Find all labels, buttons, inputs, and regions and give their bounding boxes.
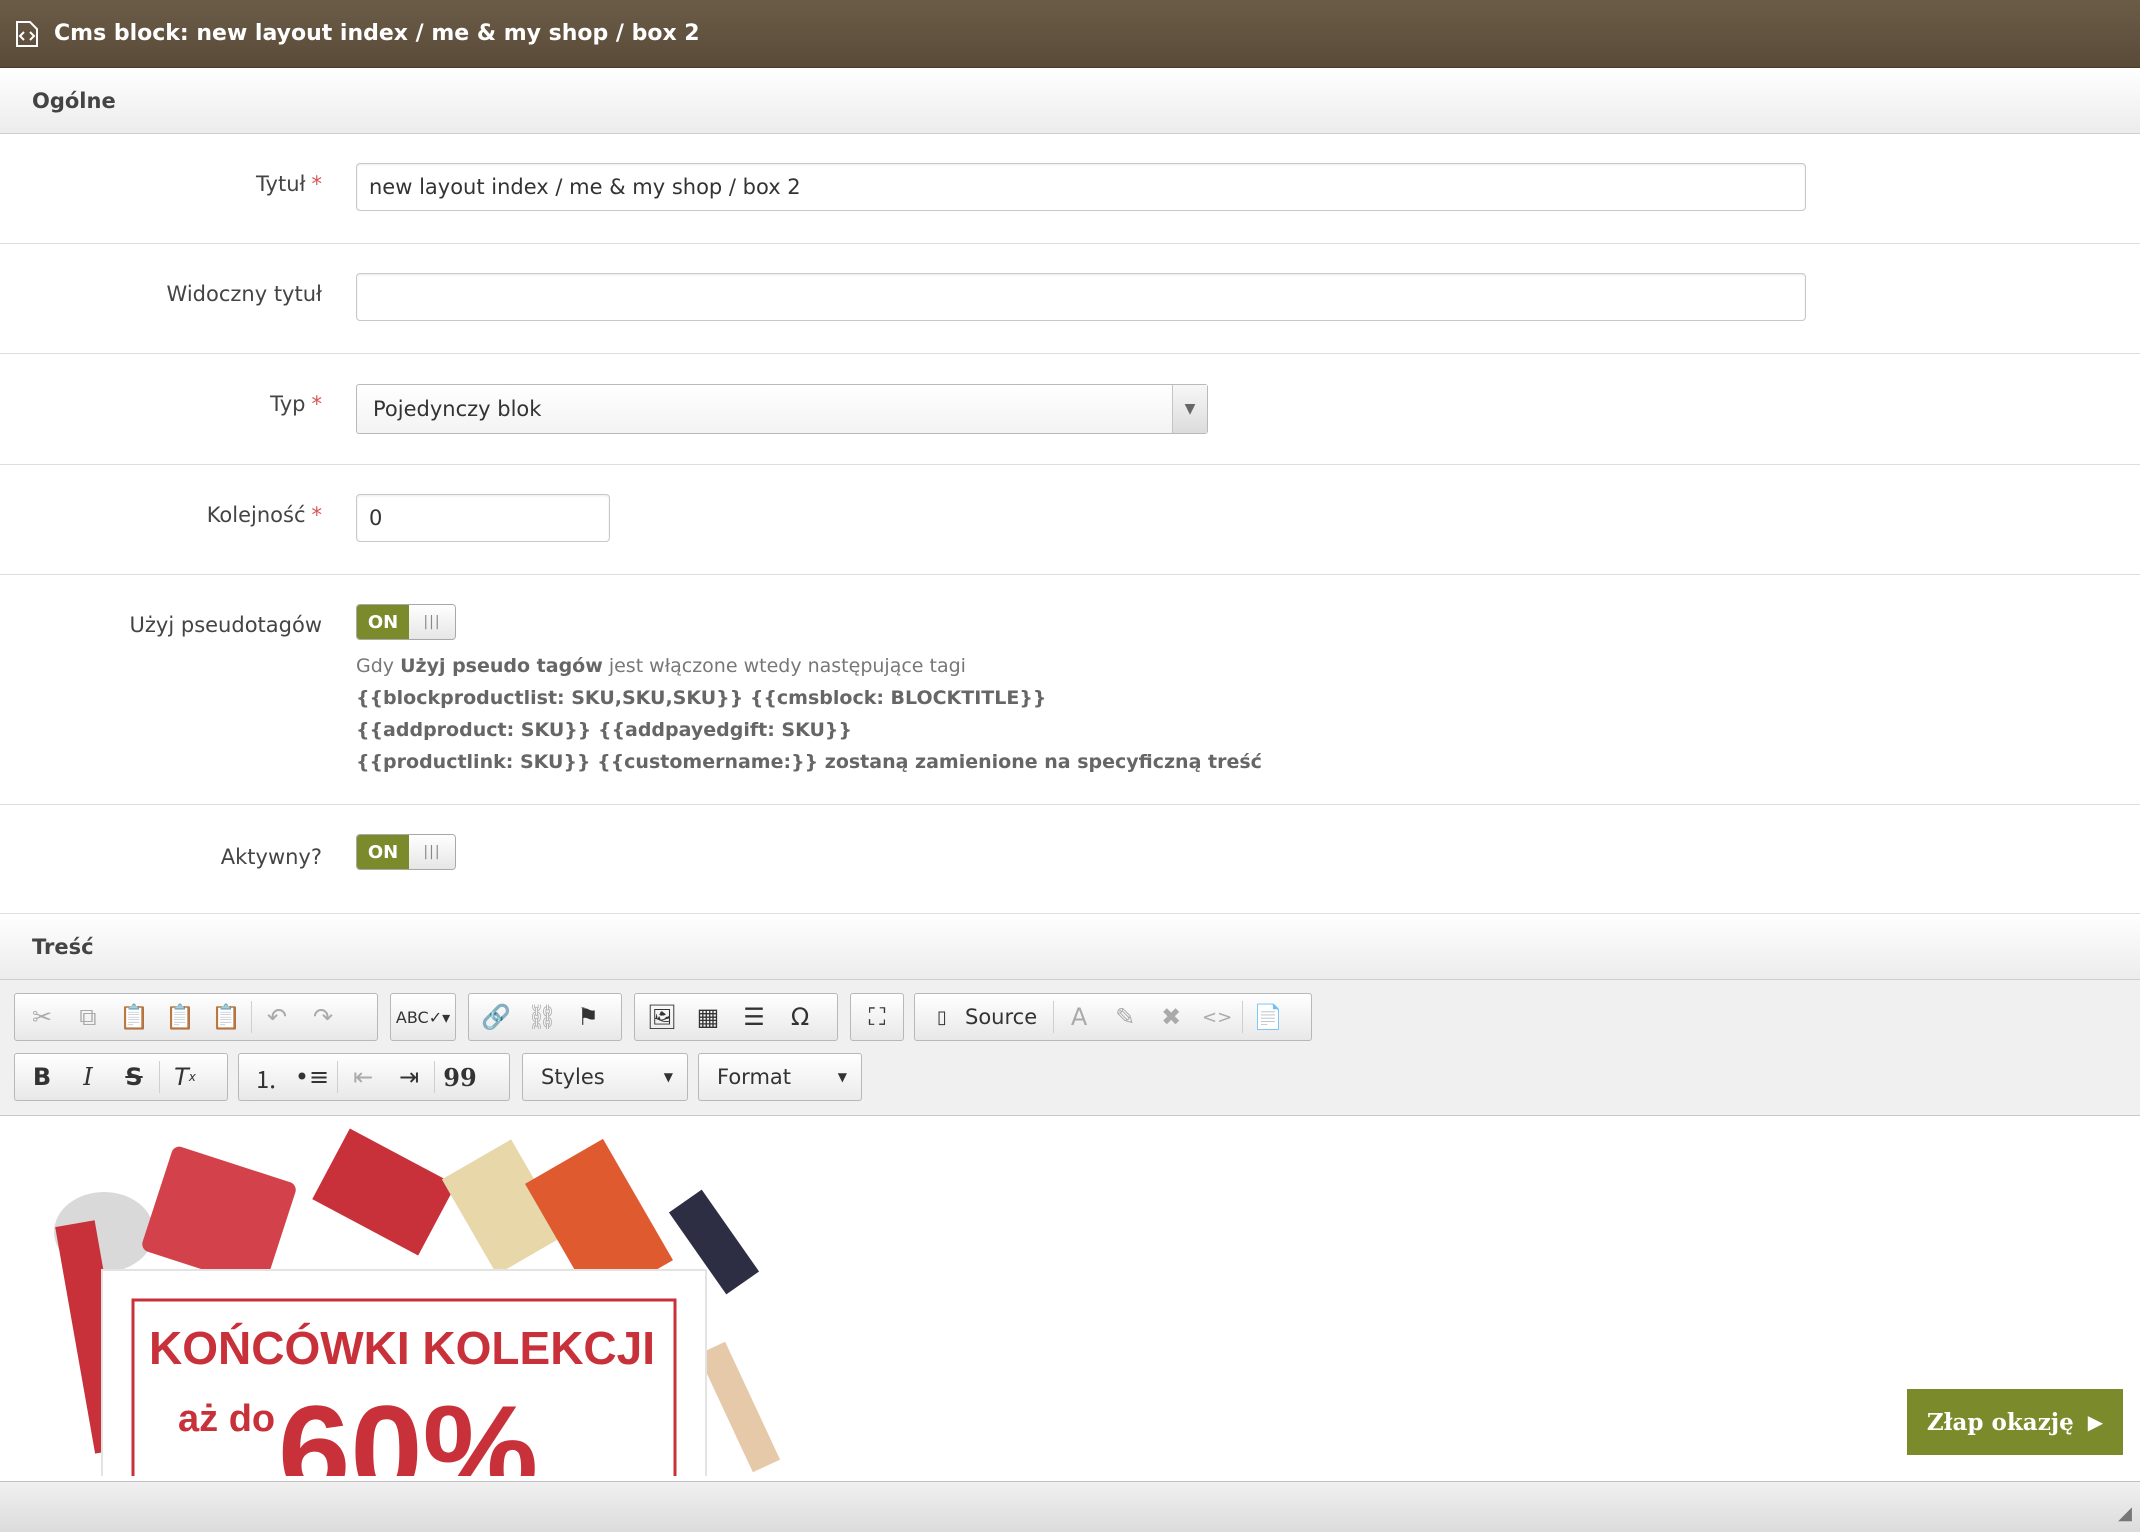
editor-content[interactable]: KOŃCÓWKI KOLEKCJI aż do 60% xyxy=(0,1116,2140,1476)
horizontal-line-icon[interactable]: ☰ xyxy=(731,997,777,1037)
source-button-label[interactable]: Source xyxy=(965,1005,1037,1029)
pseudotags-help: Gdy Użyj pseudo tagów jest włączone wted… xyxy=(356,655,1262,773)
source-icon[interactable]: ▯ xyxy=(919,997,965,1037)
anchor-flag-icon[interactable]: ⚑ xyxy=(565,997,611,1037)
toggle-grip-icon: ||| xyxy=(409,605,455,639)
styles-dropdown[interactable]: Styles ▼ xyxy=(522,1053,688,1101)
cut-icon[interactable]: ✂ xyxy=(19,997,65,1037)
bold-icon[interactable]: B xyxy=(19,1057,65,1097)
comment-remove-icon[interactable]: ✖ xyxy=(1148,997,1194,1037)
order-input[interactable] xyxy=(356,494,610,542)
list-group: ⒈ •≡ ⇤ ⇥ 99 xyxy=(238,1053,510,1101)
banner-subline: aż do xyxy=(178,1398,275,1440)
blockquote-icon[interactable]: 99 xyxy=(437,1057,483,1097)
chevron-right-icon: ▶ xyxy=(2087,1410,2104,1434)
title-row: Tytuł * xyxy=(0,134,2140,244)
chevron-down-icon: ▼ xyxy=(837,1070,847,1084)
window-titlebar: Cms block: new layout index / me & my sh… xyxy=(0,0,2140,68)
pseudotags-field: ON ||| Gdy Użyj pseudo tagów jest włączo… xyxy=(356,604,1262,778)
editor-toolbar: ✂ ⧉ 📋 📋 📋 ↶ ↷ ABC✓▾ 🔗 ⛓ ⚑ 🖼 ▦ ☰ Ω ⛶ ▯ So… xyxy=(0,980,2140,1116)
section-general-header: Ogólne xyxy=(0,68,2140,134)
source-group: ▯ Source A ✎ ✖ <> 📄 xyxy=(914,993,1312,1041)
title-input[interactable] xyxy=(356,163,1806,211)
order-row: Kolejność * xyxy=(0,465,2140,575)
unlink-icon[interactable]: ⛓ xyxy=(519,997,565,1037)
strikethrough-icon[interactable]: S xyxy=(111,1057,157,1097)
code-icon[interactable]: <> xyxy=(1194,997,1240,1037)
maximize-group: ⛶ xyxy=(850,993,904,1041)
section-content-header: Treść xyxy=(0,914,2140,980)
text-color-icon[interactable]: A xyxy=(1056,997,1102,1037)
code-file-icon xyxy=(16,20,38,47)
remove-format-icon[interactable]: Tx xyxy=(162,1057,208,1097)
banner-headline: KOŃCÓWKI KOLEKCJI xyxy=(149,1322,655,1374)
document-icon[interactable]: 📄 xyxy=(1245,997,1291,1037)
paste-icon[interactable]: 📋 xyxy=(111,997,157,1037)
paste-text-icon[interactable]: 📋 xyxy=(157,997,203,1037)
image-icon[interactable]: 🖼 xyxy=(639,997,685,1037)
format-dropdown-label: Format xyxy=(717,1065,792,1089)
link-group: 🔗 ⛓ ⚑ xyxy=(468,993,622,1041)
styles-dropdown-label: Styles xyxy=(541,1065,605,1089)
spellcheck-icon[interactable]: ABC✓▾ xyxy=(395,997,451,1037)
resize-handle-icon[interactable]: ◢ xyxy=(2118,1503,2132,1524)
spellcheck-group: ABC✓▾ xyxy=(390,993,456,1041)
pseudotags-row: Użyj pseudotagów ON ||| Gdy Użyj pseudo … xyxy=(0,575,2140,805)
title-label: Tytuł * xyxy=(256,172,322,196)
type-select-value: Pojedynczy blok xyxy=(373,397,542,421)
visible-title-label: Widoczny tytuł xyxy=(166,282,322,306)
window-title: Cms block: new layout index / me & my sh… xyxy=(54,21,700,46)
toggle-on-label: ON xyxy=(357,605,409,639)
italic-icon[interactable]: I xyxy=(65,1057,111,1097)
basic-styles-group: B I S Tx xyxy=(14,1053,228,1101)
active-toggle[interactable]: ON ||| xyxy=(356,834,456,870)
active-row: Aktywny? ON ||| xyxy=(0,805,2140,914)
active-label: Aktywny? xyxy=(220,845,322,869)
pseudotags-toggle[interactable]: ON ||| xyxy=(356,604,456,640)
comment-add-icon[interactable]: ✎ xyxy=(1102,997,1148,1037)
chevron-down-icon[interactable]: ▼ xyxy=(1172,385,1207,433)
type-select[interactable]: Pojedynczy blok ▼ xyxy=(356,384,1208,434)
order-label: Kolejność * xyxy=(206,503,322,527)
banner-image: KOŃCÓWKI KOLEKCJI aż do 60% xyxy=(34,1128,782,1476)
link-icon[interactable]: 🔗 xyxy=(473,997,519,1037)
pseudotags-label: Użyj pseudotagów xyxy=(129,613,322,637)
outdent-icon[interactable]: ⇤ xyxy=(340,1057,386,1097)
indent-icon[interactable]: ⇥ xyxy=(386,1057,432,1097)
insert-group: 🖼 ▦ ☰ Ω xyxy=(634,993,838,1041)
grab-deal-label: Złap okazję xyxy=(1926,1408,2074,1436)
numbered-list-icon[interactable]: ⒈ xyxy=(243,1057,289,1097)
undo-icon[interactable]: ↶ xyxy=(254,997,300,1037)
editor-statusbar: ◢ xyxy=(0,1481,2140,1532)
chevron-down-icon: ▼ xyxy=(663,1070,673,1084)
redo-icon[interactable]: ↷ xyxy=(300,997,346,1037)
type-row: Typ * Pojedynczy blok ▼ xyxy=(0,354,2140,465)
paste-word-icon[interactable]: 📋 xyxy=(203,997,249,1037)
clipboard-group: ✂ ⧉ 📋 📋 📋 ↶ ↷ xyxy=(14,993,378,1041)
copy-icon[interactable]: ⧉ xyxy=(65,997,111,1037)
maximize-icon[interactable]: ⛶ xyxy=(855,997,899,1037)
visible-title-row: Widoczny tytuł xyxy=(0,244,2140,354)
type-label: Typ * xyxy=(270,392,322,416)
toggle-on-label: ON xyxy=(357,835,409,869)
visible-title-input[interactable] xyxy=(356,273,1806,321)
grab-deal-button[interactable]: Złap okazję ▶ xyxy=(1907,1389,2123,1455)
bulleted-list-icon[interactable]: •≡ xyxy=(289,1057,335,1097)
special-char-icon[interactable]: Ω xyxy=(777,997,823,1037)
toggle-grip-icon: ||| xyxy=(409,835,455,869)
banner-percent: 60% xyxy=(278,1378,538,1476)
table-icon[interactable]: ▦ xyxy=(685,997,731,1037)
format-dropdown[interactable]: Format ▼ xyxy=(698,1053,862,1101)
